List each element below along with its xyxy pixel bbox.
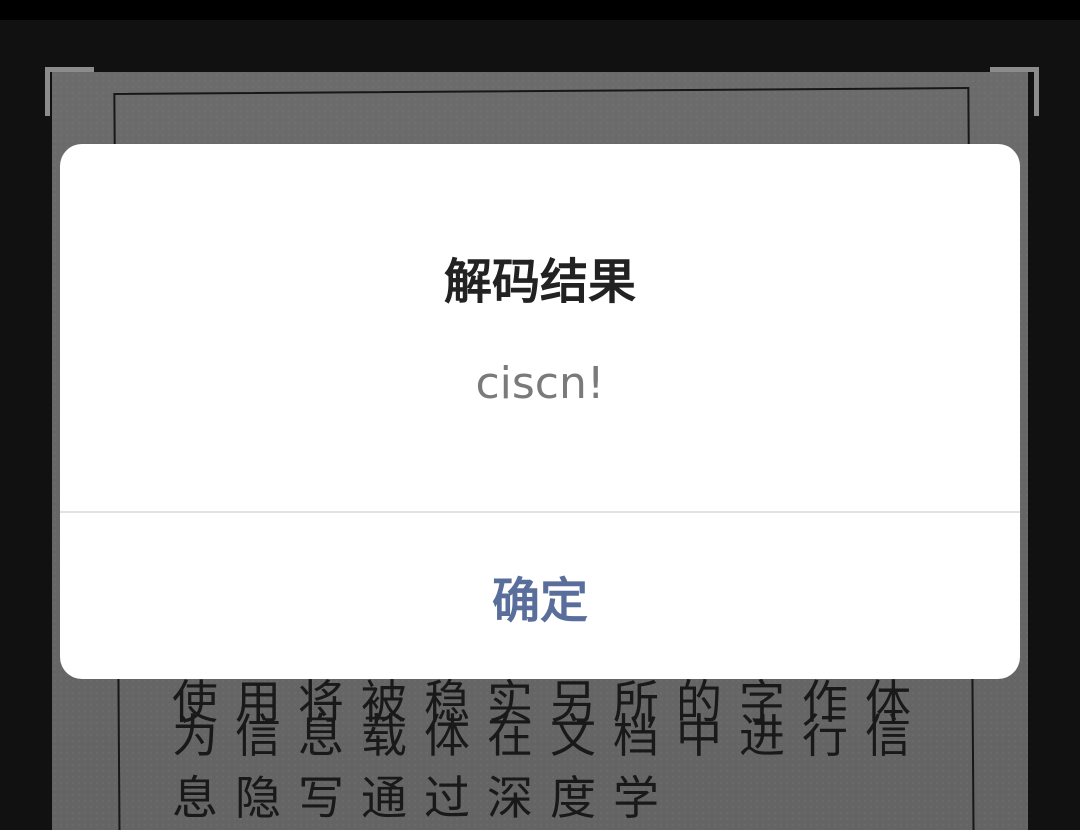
status-bar xyxy=(0,0,1080,20)
scanner-screen: 使用将被稳实另所的字作体 为信息载体在文档中进行信 息隐写通过深度学 解码结果 … xyxy=(0,0,1080,830)
document-line-3: 息隐写通过深度学 xyxy=(172,771,676,825)
decode-result-dialog: 解码结果 ciscn! 确定 xyxy=(60,144,1020,679)
scan-corner-top-right xyxy=(990,67,1039,116)
scan-corner-top-left xyxy=(45,67,94,116)
dialog-title: 解码结果 xyxy=(443,254,636,310)
confirm-button[interactable]: 确定 xyxy=(60,513,1020,679)
dialog-message: ciscn! xyxy=(475,358,605,409)
document-line-2: 为信息载体在文档中进行信 xyxy=(172,709,928,763)
